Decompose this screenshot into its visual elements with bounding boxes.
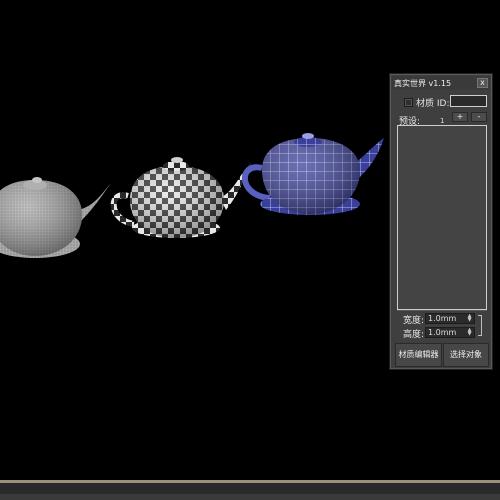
spin-down-icon[interactable]: ▼: [466, 332, 473, 337]
panel-title: 真实世界 v1.15: [394, 79, 452, 88]
width-spinner-arrows[interactable]: ▲ ▼: [466, 314, 473, 323]
select-object-button[interactable]: 选择对象: [443, 343, 489, 367]
material-id-label: 材质 ID:: [416, 99, 450, 109]
spin-down-icon[interactable]: ▼: [466, 318, 473, 323]
teapot-checker[interactable]: [110, 157, 252, 238]
height-spinner[interactable]: 1.0mm ▲ ▼: [425, 327, 475, 338]
divider: [397, 310, 487, 311]
preset-list[interactable]: [397, 125, 487, 310]
timeline-strip: [0, 494, 500, 500]
teapot-gray[interactable]: [0, 177, 112, 258]
lock-ratio-bracket-icon[interactable]: [478, 315, 482, 336]
close-icon[interactable]: x: [477, 78, 488, 88]
height-label: 高度:: [403, 330, 425, 340]
height-value[interactable]: 1.0mm: [428, 328, 456, 337]
bottom-timeline-bar[interactable]: [0, 480, 500, 500]
panel-titlebar[interactable]: 真实世界 v1.15 x: [392, 76, 490, 90]
material-id-input[interactable]: [450, 95, 487, 107]
remove-preset-button[interactable]: -: [471, 112, 487, 122]
width-label: 宽度:: [403, 316, 425, 326]
teapot-blue[interactable]: [242, 133, 384, 215]
preset-marker: 1: [440, 117, 445, 125]
width-spinner[interactable]: 1.0mm ▲ ▼: [425, 313, 475, 324]
realworld-material-panel: 真实世界 v1.15 x 材质 ID: 预设: 1 + - 宽度: 1.0mm …: [389, 73, 493, 370]
height-spinner-arrows[interactable]: ▲ ▼: [466, 328, 473, 337]
material-editor-button[interactable]: 材质编辑器: [395, 343, 442, 367]
material-id-checkbox[interactable]: [404, 98, 413, 107]
add-preset-button[interactable]: +: [452, 112, 468, 122]
width-value[interactable]: 1.0mm: [428, 314, 456, 323]
